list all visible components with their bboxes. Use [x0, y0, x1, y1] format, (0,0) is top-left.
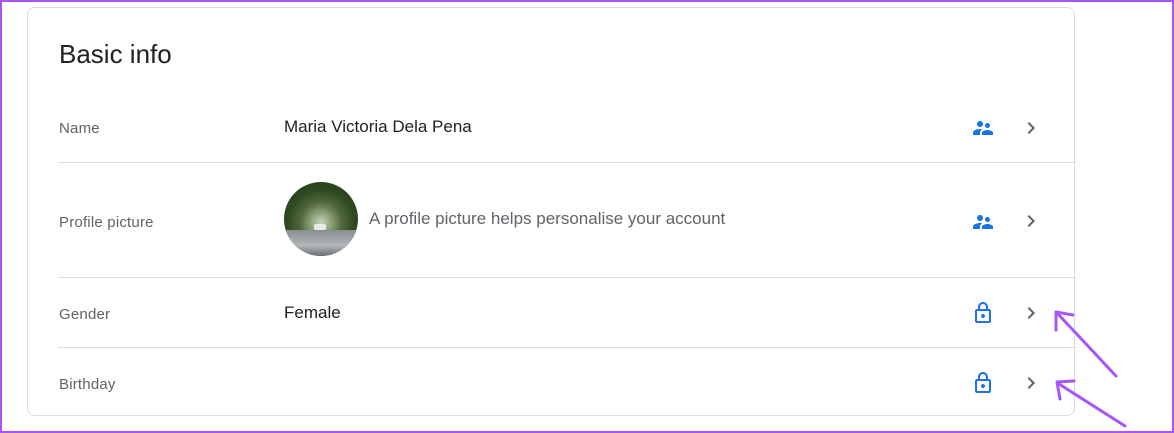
row-value: A profile picture helps personalise your…	[369, 209, 726, 228]
row-label: Name	[59, 120, 100, 137]
chevron-right-icon[interactable]	[1019, 209, 1043, 233]
people-icon	[973, 215, 993, 229]
avatar-car	[314, 224, 326, 230]
row-label: Profile picture	[59, 214, 154, 231]
row-value: Female	[284, 303, 341, 322]
avatar[interactable]	[284, 182, 358, 256]
card-title: Basic info	[59, 39, 172, 69]
row-gender[interactable]: Gender Female	[58, 278, 1076, 348]
row-profile-picture[interactable]: Profile picture A profile picture helps …	[58, 163, 1076, 278]
avatar-road	[284, 230, 358, 256]
lock-icon	[975, 372, 991, 393]
row-birthday[interactable]: Birthday	[58, 348, 1076, 416]
row-value: Maria Victoria Dela Pena	[284, 117, 472, 136]
row-name[interactable]: Name Maria Victoria Dela Pena	[58, 98, 1076, 163]
basic-info-card: Basic info Name Maria Victoria Dela Pena…	[27, 7, 1076, 416]
row-label: Birthday	[59, 376, 116, 393]
row-label: Gender	[59, 306, 111, 323]
lock-icon	[975, 302, 991, 323]
chevron-right-icon[interactable]	[1019, 116, 1043, 140]
annotation-arrow-birthday	[1055, 379, 1127, 428]
people-icon	[973, 121, 993, 135]
